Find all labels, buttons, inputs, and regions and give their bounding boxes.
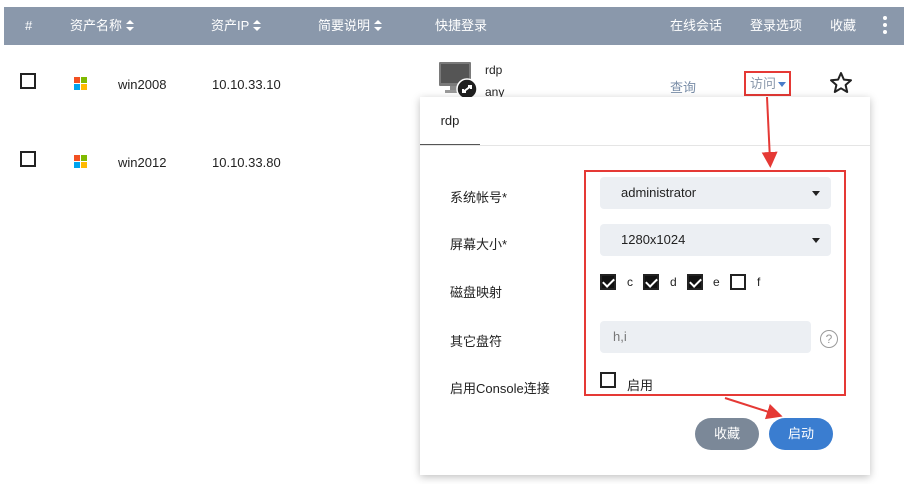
disk-mapping-label: 磁盘映射 [450, 285, 503, 300]
protocol-label[interactable]: rdp [485, 63, 502, 77]
row-checkbox[interactable] [20, 151, 36, 167]
asset-ip: 10.10.33.80 [212, 155, 281, 170]
disk-e-label: e [713, 275, 720, 289]
favorite-button[interactable]: 收藏 [695, 418, 759, 450]
screen-size-label: 屏幕大小* [450, 237, 508, 252]
query-link[interactable]: 查询 [670, 77, 696, 96]
column-asset-name-label: 资产名称 [70, 18, 123, 33]
disk-f-label: f [757, 275, 761, 289]
column-asset-name[interactable]: 资产名称 [70, 7, 135, 45]
start-button[interactable]: 启动 [769, 418, 833, 450]
rdp-monitor-icon[interactable] [438, 61, 478, 101]
disk-c-label: c [627, 275, 633, 289]
login-options-popup: rdp 系统帐号* administrator 屏幕大小* 1280x1024 … [420, 97, 870, 475]
other-drives-label: 其它盘符 [450, 334, 503, 349]
asset-name[interactable]: win2012 [118, 155, 166, 170]
column-asset-ip-label: 资产IP [211, 18, 250, 33]
column-description[interactable]: 简要说明 [318, 7, 383, 45]
visit-dropdown[interactable]: 访问 [744, 71, 791, 96]
windows-icon [74, 77, 88, 91]
console-label: 启用Console连接 [450, 381, 550, 396]
help-icon[interactable]: ? [820, 330, 838, 348]
tab-rdp[interactable]: rdp [420, 97, 480, 146]
disk-f-checkbox[interactable] [730, 274, 746, 290]
star-icon[interactable] [829, 71, 853, 95]
screen-size-value: 1280x1024 [621, 232, 686, 247]
column-quick-login: 快捷登录 [435, 18, 488, 33]
column-description-label: 简要说明 [318, 18, 371, 33]
asset-ip: 10.10.33.10 [212, 77, 281, 92]
column-login-options: 登录选项 [750, 18, 803, 33]
sort-icon [374, 19, 383, 32]
chevron-down-icon [812, 191, 820, 196]
visit-label: 访问 [750, 76, 777, 91]
disk-c-checkbox[interactable] [600, 274, 616, 290]
disk-d-checkbox[interactable] [643, 274, 659, 290]
other-drives-input[interactable]: h,i [600, 321, 811, 353]
caret-down-icon [778, 82, 787, 88]
system-account-value: administrator [621, 185, 697, 200]
column-online-session: 在线会话 [670, 18, 723, 33]
table-header: # 资产名称 资产IP 简要说明 快捷登录 在线会话 登录选项 收藏 [4, 7, 904, 45]
column-asset-ip[interactable]: 资产IP [211, 7, 262, 45]
sort-icon [253, 19, 262, 32]
disk-e-checkbox[interactable] [687, 274, 703, 290]
system-account-label: 系统帐号* [450, 190, 508, 205]
asset-name[interactable]: win2008 [118, 77, 166, 92]
kebab-icon[interactable] [882, 16, 888, 38]
column-favorite: 收藏 [830, 18, 857, 33]
chevron-down-icon [812, 238, 820, 243]
screen-size-select[interactable]: 1280x1024 [600, 224, 831, 256]
disk-d-label: d [670, 275, 677, 289]
console-checkbox-label: 启用 [627, 378, 654, 393]
tab-divider [420, 145, 870, 146]
column-hash: # [25, 18, 33, 33]
row-checkbox[interactable] [20, 73, 36, 89]
sort-icon [126, 19, 135, 32]
windows-icon [74, 155, 88, 169]
system-account-select[interactable]: administrator [600, 177, 831, 209]
console-checkbox[interactable] [600, 372, 616, 388]
